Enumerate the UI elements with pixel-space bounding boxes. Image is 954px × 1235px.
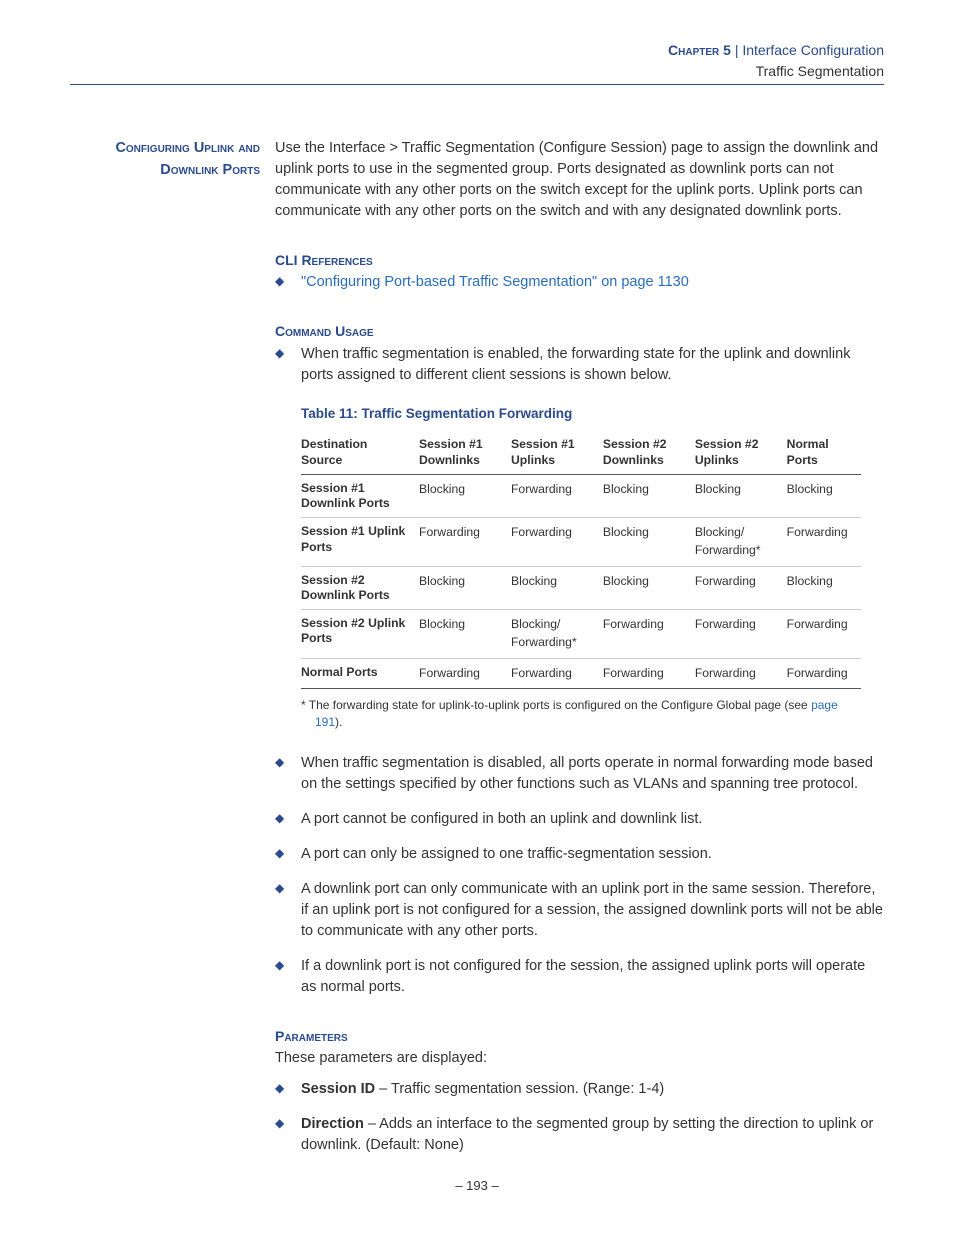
param-item: Session ID – Traffic segmentation sessio… xyxy=(275,1079,884,1100)
usage-bullet: When traffic segmentation is enabled, th… xyxy=(275,344,884,386)
col-header: Session #1 Uplinks xyxy=(511,431,603,474)
command-usage-heading: Command Usage xyxy=(275,321,884,341)
table-title: Table 11: Traffic Segmentation Forwardin… xyxy=(301,404,884,424)
usage-bullet: A downlink port can only communicate wit… xyxy=(275,879,884,942)
section-title: Traffic Segmentation xyxy=(70,61,884,82)
chapter-title: Interface Configuration xyxy=(742,42,884,58)
header-rule xyxy=(70,84,884,85)
table-row: Session #1 Downlink Ports BlockingForwar… xyxy=(301,474,861,518)
forwarding-table: Destination Source Session #1 Downlinks … xyxy=(301,431,861,689)
col-header: Normal Ports xyxy=(787,431,861,474)
side-heading: Configuring Uplink and Downlink Ports xyxy=(70,138,268,182)
col-header: Session #2 Downlinks xyxy=(603,431,695,474)
table-corner: Destination Source xyxy=(301,431,419,474)
usage-bullet: A port can only be assigned to one traff… xyxy=(275,844,884,865)
usage-bullet: If a downlink port is not configured for… xyxy=(275,956,884,998)
parameters-heading: Parameters xyxy=(275,1026,884,1046)
col-header: Session #2 Uplinks xyxy=(695,431,787,474)
cli-reference-item: "Configuring Port-based Traffic Segmenta… xyxy=(275,272,884,293)
col-header: Session #1 Downlinks xyxy=(419,431,511,474)
intro-paragraph: Use the Interface > Traffic Segmentation… xyxy=(275,138,884,222)
usage-bullet: A port cannot be configured in both an u… xyxy=(275,809,884,830)
cli-references-heading: CLI References xyxy=(275,250,884,270)
table-row: Normal Ports ForwardingForwardingForward… xyxy=(301,658,861,689)
table-footnote: * The forwarding state for uplink-to-upl… xyxy=(301,697,855,731)
table-row: Session #2 Uplink Ports BlockingBlocking… xyxy=(301,610,861,658)
chapter-label: Chapter 5 xyxy=(668,42,731,58)
table-row: Session #2 Downlink Ports BlockingBlocki… xyxy=(301,566,861,610)
usage-bullet: When traffic segmentation is disabled, a… xyxy=(275,753,884,795)
table-row: Session #1 Uplink Ports ForwardingForwar… xyxy=(301,518,861,566)
parameters-intro: These parameters are displayed: xyxy=(275,1048,884,1069)
param-item: Direction – Adds an interface to the seg… xyxy=(275,1114,884,1156)
page-header: Chapter 5 | Interface Configuration Traf… xyxy=(70,40,884,93)
cli-reference-link[interactable]: "Configuring Port-based Traffic Segmenta… xyxy=(301,274,689,290)
page-number: – 193 – xyxy=(0,1178,954,1193)
